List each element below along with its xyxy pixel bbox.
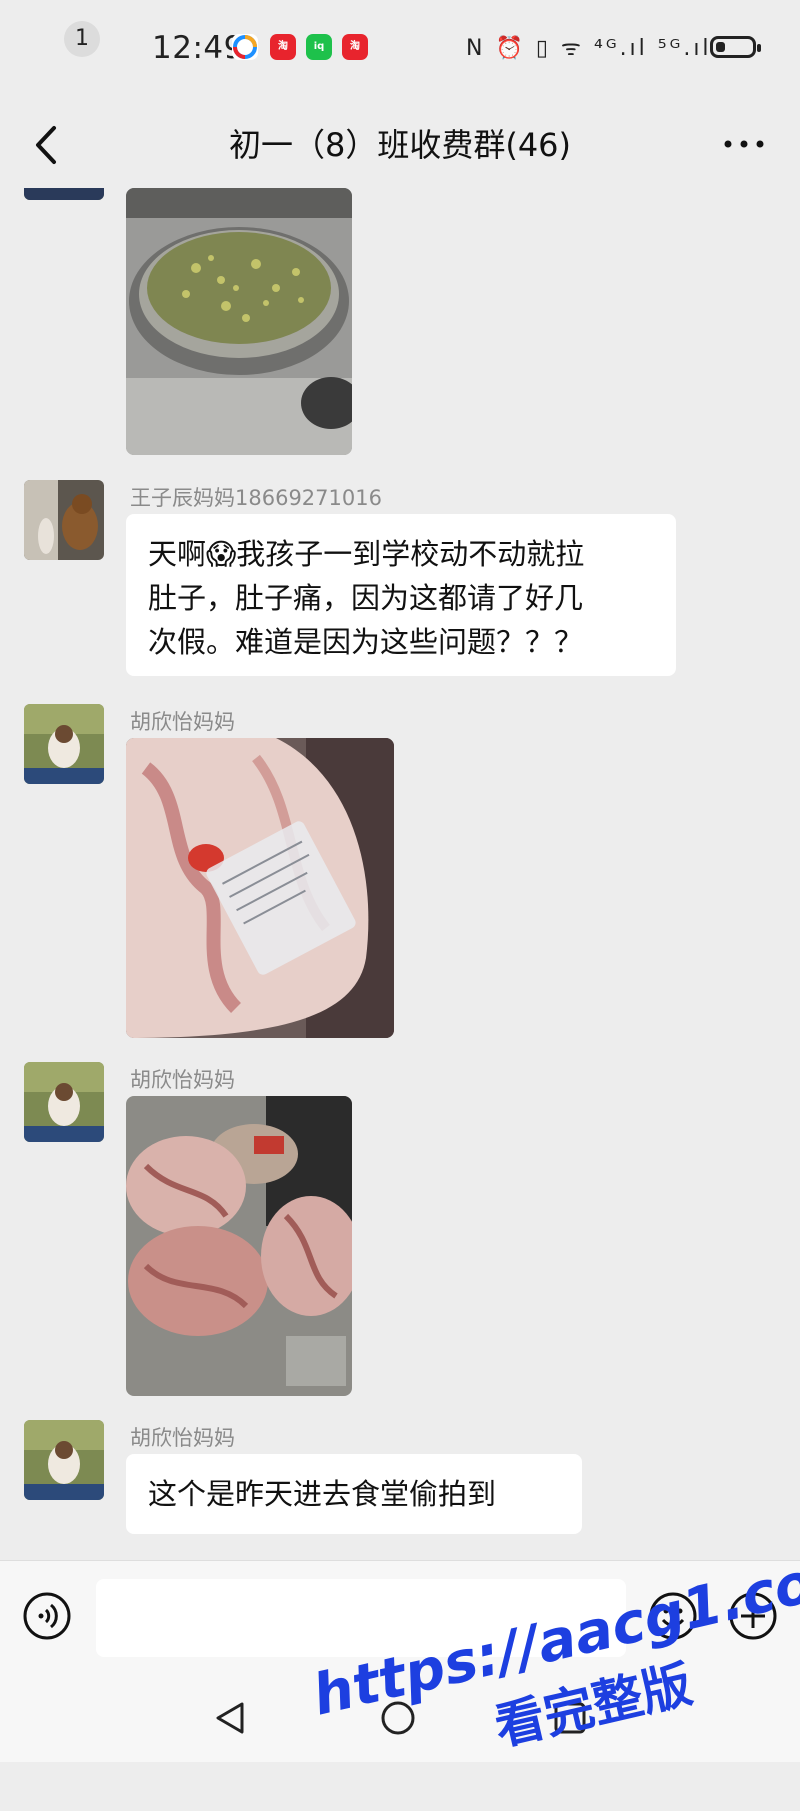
system-recent-icon[interactable] — [552, 1700, 588, 1736]
taobao-icon: 淘 — [342, 34, 368, 60]
message-list[interactable]: 王子辰妈妈18669271016 天啊😱我孩子一到学校动不动就拉 肚子，肚子痛，… — [0, 188, 800, 1560]
sender-name: 王子辰妈妈18669271016 — [130, 486, 382, 510]
status-indicators: N ⏰ ▯ ᯤ ⁴ᴳ.ıl ⁵ᴳ.ıl — [466, 36, 712, 61]
message-bubble[interactable]: 天啊😱我孩子一到学校动不动就拉 肚子，肚子痛，因为这都请了好几 次假。难道是因为… — [126, 514, 676, 676]
raw-meat-photo[interactable] — [126, 738, 394, 1038]
message-text-line: 次假。难道是因为这些问题？？？ — [148, 625, 584, 659]
chat-header: 初一（8）班收费群(46) — [0, 100, 800, 188]
system-home-icon[interactable] — [378, 1698, 418, 1738]
system-back-icon[interactable] — [210, 1698, 250, 1738]
unread-badge[interactable]: 1 — [64, 21, 100, 57]
status-bar: 12:49 淘 iq 淘 N ⏰ ▯ ᯤ ⁴ᴳ.ıl ⁵ᴳ.ıl — [0, 0, 800, 100]
status-time: 12:49 — [152, 30, 244, 66]
chat-title: 初一（8）班收费群(46) — [228, 126, 572, 164]
emoji-icon[interactable] — [648, 1591, 698, 1641]
input-bar — [0, 1560, 800, 1679]
pot-of-soup-photo[interactable] — [126, 188, 352, 455]
battery-icon — [710, 36, 761, 58]
voice-icon[interactable] — [22, 1591, 72, 1641]
iqiyi-icon: iq — [306, 34, 332, 60]
message-text-line: 这个是昨天进去食堂偷拍到 — [148, 1477, 497, 1511]
message-text-line: 肚子，肚子痛，因为这都请了好几 — [148, 581, 584, 615]
message-bubble[interactable]: 这个是昨天进去食堂偷拍到 — [126, 1454, 582, 1534]
taobao-icon: 淘 — [270, 34, 296, 60]
avatar[interactable] — [24, 1062, 104, 1142]
sender-name: 胡欣怡妈妈 — [130, 710, 235, 734]
avatar[interactable] — [24, 188, 104, 200]
avatar[interactable] — [24, 1420, 104, 1500]
avatar[interactable] — [24, 480, 104, 560]
more-icon[interactable] — [722, 126, 766, 162]
taobao-icon — [232, 34, 258, 60]
meat-on-table-photo[interactable] — [126, 1096, 352, 1396]
system-nav-bar — [0, 1678, 800, 1762]
plus-icon[interactable] — [728, 1591, 778, 1641]
battery-level — [716, 42, 725, 52]
message-input[interactable] — [96, 1579, 626, 1657]
sender-name: 胡欣怡妈妈 — [130, 1426, 235, 1450]
message-text-line: 天啊😱我孩子一到学校动不动就拉 — [148, 537, 585, 571]
sender-name: 胡欣怡妈妈 — [130, 1068, 235, 1092]
avatar[interactable] — [24, 704, 104, 784]
